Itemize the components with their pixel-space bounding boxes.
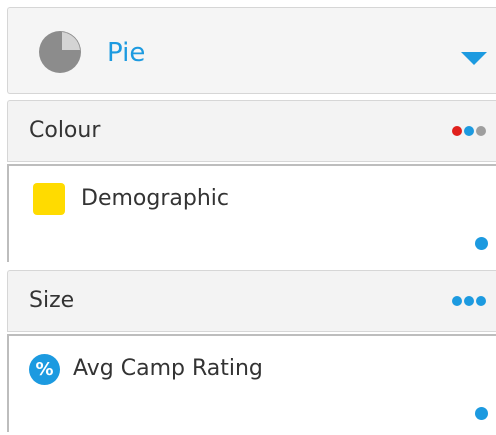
menu-dot-icon [476, 126, 486, 136]
colour-section-header: Colour [7, 100, 496, 162]
size-zone-indicator-icon [475, 407, 488, 420]
menu-dot-icon [464, 296, 474, 306]
size-drop-zone[interactable]: % Avg Camp Rating [7, 334, 496, 432]
chevron-down-icon[interactable] [461, 52, 487, 65]
colour-swatch-icon [33, 183, 65, 215]
colour-field-pill[interactable]: Demographic [33, 182, 229, 216]
menu-dot-icon [464, 126, 474, 136]
pie-chart-icon [39, 31, 81, 73]
colour-zone-indicator-icon [475, 237, 488, 250]
size-section-header: Size [7, 270, 496, 332]
menu-dot-icon [452, 126, 462, 136]
colour-field-label: Demographic [81, 186, 229, 211]
colour-section-title: Colour [29, 118, 101, 143]
chart-config-panel: Pie Colour Demographic Size % Avg Camp R… [0, 0, 496, 435]
size-section-title: Size [29, 288, 75, 313]
colour-options-menu[interactable] [452, 126, 486, 136]
chart-type-label: Pie [107, 38, 146, 68]
menu-dot-icon [476, 296, 486, 306]
size-field-pill[interactable]: % Avg Camp Rating [29, 352, 263, 386]
menu-dot-icon [452, 296, 462, 306]
colour-drop-zone[interactable]: Demographic [7, 164, 496, 262]
chart-type-dropdown[interactable]: Pie [7, 7, 496, 94]
percent-icon: % [29, 353, 60, 385]
size-field-label: Avg Camp Rating [73, 356, 263, 381]
size-options-menu[interactable] [452, 296, 486, 306]
